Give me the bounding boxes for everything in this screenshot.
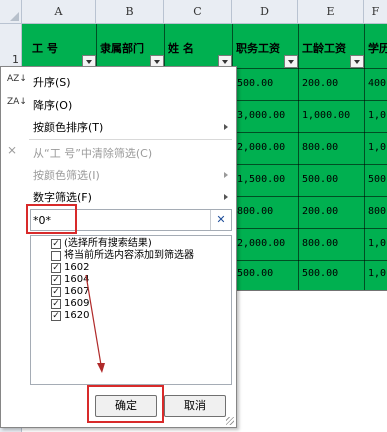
annotation-arrow (85, 274, 105, 373)
column-header-a[interactable]: A (22, 0, 96, 24)
cell-d[interactable]: 500.00 (237, 266, 297, 282)
header-position-salary: 职务工资 (236, 42, 280, 55)
resize-grip-icon[interactable] (226, 417, 234, 425)
column-header-b[interactable]: B (96, 0, 164, 24)
grid-line (232, 260, 387, 261)
cell-d[interactable]: 500.00 (237, 76, 297, 92)
cell-e[interactable]: 800.00 (302, 236, 362, 252)
cell-d[interactable]: 2,000.00 (237, 236, 297, 252)
filter-dropdown-icon[interactable] (350, 55, 364, 68)
highlight-box-ok (87, 385, 164, 423)
grid-line (232, 228, 387, 229)
grid-line (232, 68, 387, 69)
header-employee-id: 工 号 (32, 42, 58, 55)
cell-f[interactable]: 800 (368, 204, 387, 220)
cell-f[interactable]: 1,0 (368, 140, 387, 156)
filter-dropdown-icon[interactable] (284, 55, 298, 68)
cancel-button[interactable]: 取消 (164, 395, 226, 417)
annotation-arrow-line (85, 274, 102, 366)
cell-e[interactable]: 1,000.00 (302, 108, 362, 124)
cell-e[interactable]: 200.00 (302, 204, 362, 220)
column-header-f[interactable]: F (364, 0, 387, 24)
cell-f[interactable]: 1,0 (368, 266, 387, 282)
grid-line (232, 164, 387, 165)
select-all-corner[interactable] (0, 0, 22, 24)
cell-f[interactable]: 500 (368, 172, 387, 188)
column-header-e[interactable]: E (298, 0, 364, 24)
filter-dropdown-menu: AZ↓ 升序(S) ZA↓ 降序(O) 按颜色排序(T) ⨯ 从“工 号”中清除… (0, 66, 237, 428)
cell-d[interactable]: 3,000.00 (237, 108, 297, 124)
cell-d[interactable]: 1,500.00 (237, 172, 297, 188)
header-seniority-salary: 工龄工资 (302, 42, 346, 55)
header-education: 学历 (368, 42, 387, 55)
cell-e[interactable]: 200.00 (302, 76, 362, 92)
grid-line (232, 100, 387, 101)
grid-line (232, 132, 387, 133)
row-header-1[interactable]: 1 (0, 24, 22, 66)
column-header-c[interactable]: C (164, 0, 232, 24)
annotation-arrow-head (97, 363, 105, 373)
cell-f[interactable]: 1,0 (368, 236, 387, 252)
cell-e[interactable]: 500.00 (302, 172, 362, 188)
cell-e[interactable]: 800.00 (302, 140, 362, 156)
header-department: 隶属部门 (100, 42, 144, 55)
grid-line (232, 196, 387, 197)
cell-d[interactable]: 2,000.00 (237, 140, 297, 156)
column-header-d[interactable]: D (232, 0, 298, 24)
grid-line (364, 24, 365, 290)
grid-line (232, 290, 387, 291)
cell-f[interactable]: 1,0 (368, 108, 387, 124)
cell-d[interactable]: 800.00 (237, 204, 297, 220)
cell-e[interactable]: 500.00 (302, 266, 362, 282)
grid-line (298, 24, 299, 290)
header-name: 姓 名 (168, 42, 194, 55)
cell-f[interactable]: 400 (368, 76, 387, 92)
